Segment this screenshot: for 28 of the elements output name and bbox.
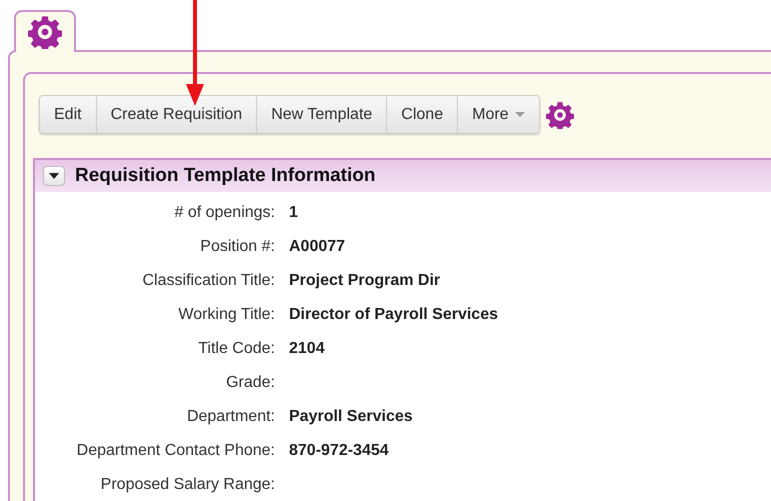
field-label: Department: — [186, 408, 275, 426]
field-value: 2104 — [289, 340, 325, 358]
field-label: Classification Title: — [142, 272, 275, 290]
field-label: Proposed Salary Range: — [100, 476, 275, 494]
collapse-toggle[interactable] — [43, 166, 65, 186]
field-value: Project Program Dir — [289, 272, 440, 290]
field-label: Department Contact Phone: — [76, 442, 275, 460]
toolbar-button[interactable]: More — [458, 96, 539, 133]
toolbar-button[interactable]: Edit — [40, 96, 97, 133]
toolbar-button[interactable]: Clone — [387, 96, 458, 133]
section-title: Requisition Template Information — [75, 165, 376, 187]
field-value: 1 — [289, 204, 298, 222]
field-label: Title Code: — [197, 340, 275, 358]
field-value: Payroll Services — [289, 408, 413, 426]
gear-icon — [28, 15, 62, 49]
field-label: # of openings: — [173, 204, 275, 222]
field-label: Position #: — [199, 238, 275, 256]
field-value: A00077 — [289, 238, 346, 256]
field-value: Director of Payroll Services — [289, 306, 498, 324]
gear-icon[interactable] — [546, 100, 574, 128]
toolbar-button[interactable]: Create Requisition — [96, 96, 258, 133]
field-value: 870-972-3454 — [289, 442, 389, 460]
field-label: Working Title: — [177, 306, 275, 324]
caret-icon — [49, 173, 59, 179]
settings-tab[interactable] — [14, 10, 76, 52]
caret-icon — [514, 112, 525, 117]
field-label: Grade: — [225, 374, 275, 392]
toolbar-button[interactable]: New Template — [257, 96, 388, 133]
